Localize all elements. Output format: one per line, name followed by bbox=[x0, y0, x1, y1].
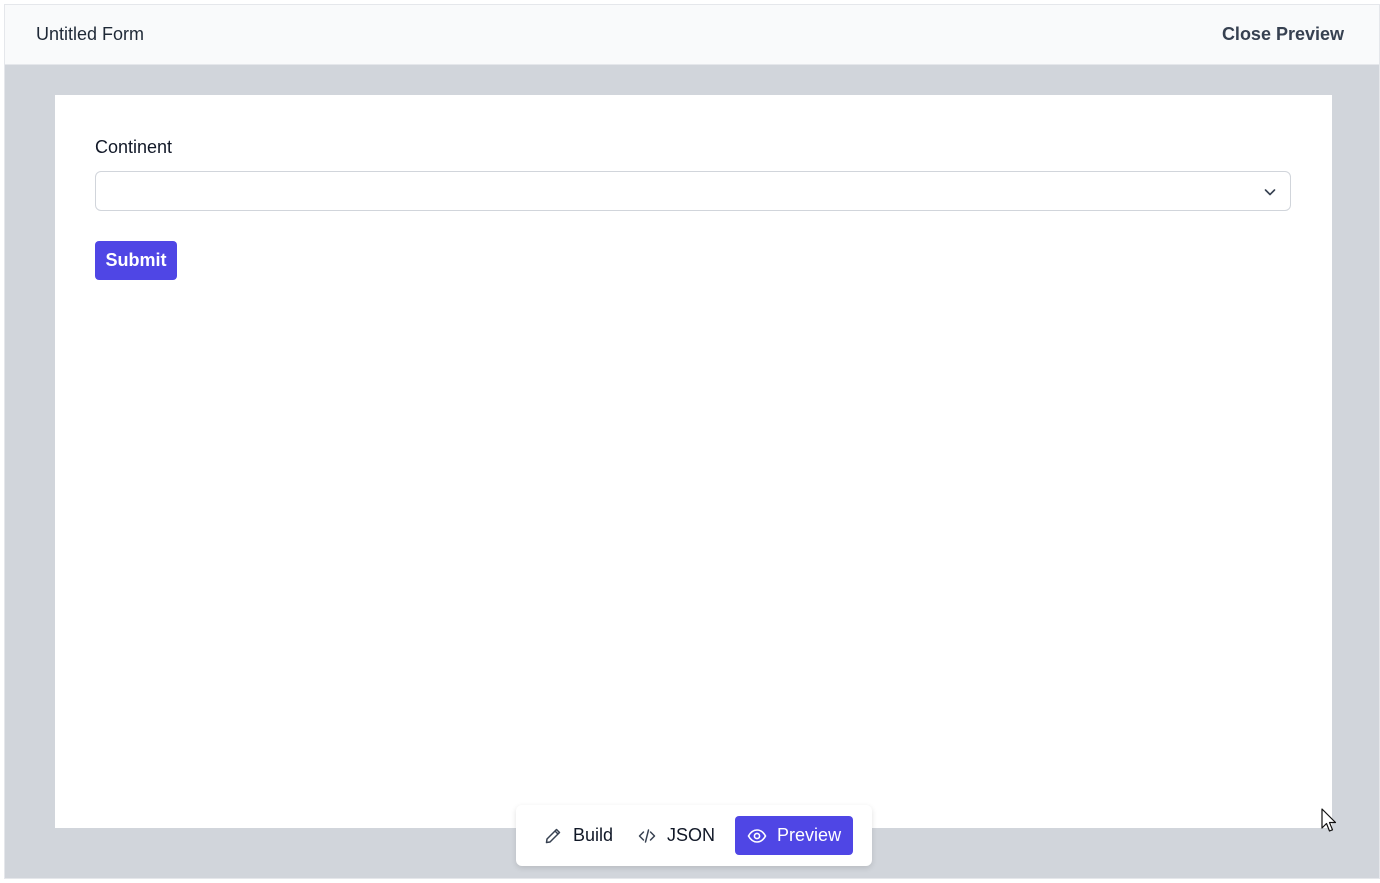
pencil-icon bbox=[545, 828, 561, 843]
json-mode-button[interactable]: JSON bbox=[625, 816, 727, 855]
form-title: Untitled Form bbox=[36, 24, 145, 44]
submit-button[interactable]: Submit bbox=[95, 241, 177, 280]
top-bar: Untitled Form Close Preview bbox=[5, 5, 1379, 65]
json-mode-label: JSON bbox=[667, 825, 716, 845]
close-preview-button[interactable]: Close Preview bbox=[1222, 24, 1344, 45]
eye-icon bbox=[747, 828, 767, 843]
continent-label: Continent bbox=[95, 137, 173, 157]
app-window: Untitled Form Close Preview Continent Su… bbox=[4, 4, 1380, 879]
code-icon bbox=[638, 828, 656, 843]
form-preview-canvas: Continent Submit bbox=[55, 95, 1332, 828]
preview-mode-label: Preview bbox=[777, 825, 842, 845]
mouse-cursor-icon bbox=[1321, 808, 1337, 832]
preview-mode-button[interactable]: Preview bbox=[735, 816, 854, 855]
mode-switcher: Build JSON Preview bbox=[516, 805, 872, 866]
chevron-down-icon bbox=[1264, 189, 1276, 196]
build-mode-label: Build bbox=[573, 825, 614, 845]
build-mode-button[interactable]: Build bbox=[531, 816, 625, 855]
continent-select[interactable] bbox=[95, 171, 1291, 211]
